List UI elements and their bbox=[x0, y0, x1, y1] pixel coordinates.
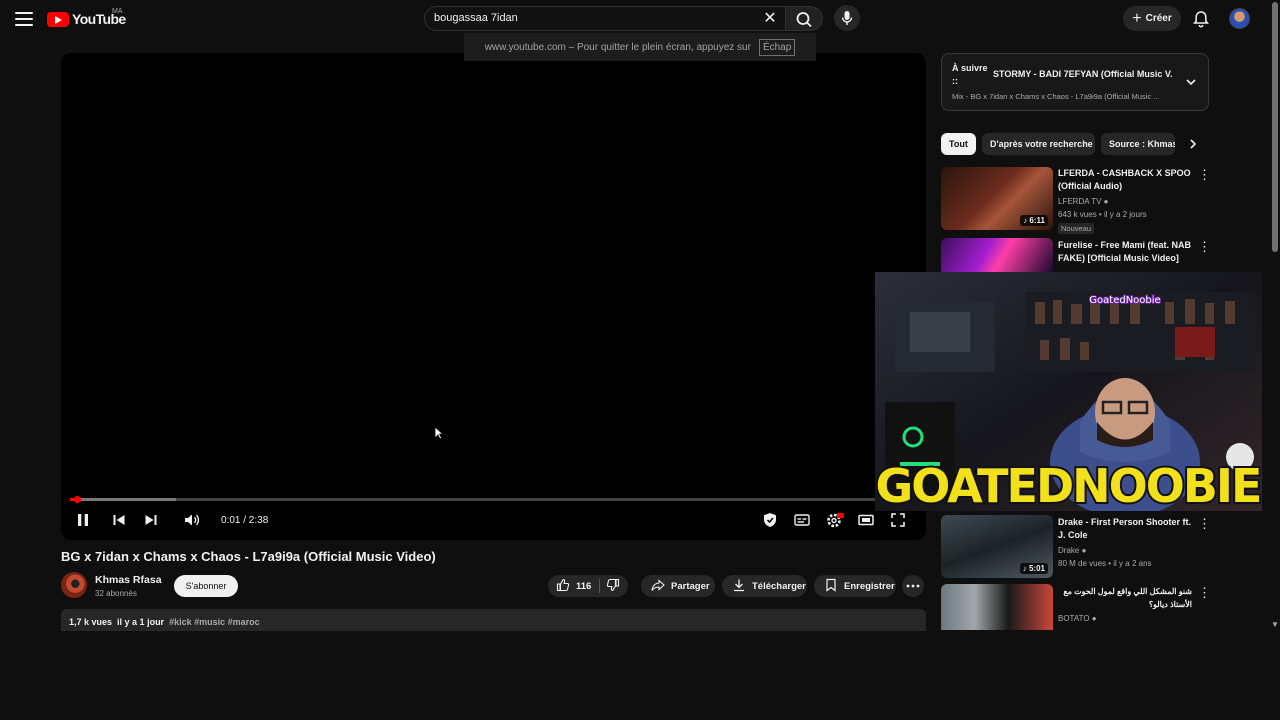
recommended-video-title[interactable]: شنو المشكل اللي واقع لمول الحوت مع الأست… bbox=[1058, 585, 1192, 611]
recommended-video-title[interactable]: Furelise - Free Mami (feat. NAB FAKE) [O… bbox=[1058, 239, 1192, 265]
search-button[interactable] bbox=[785, 6, 823, 31]
voice-search-button[interactable] bbox=[834, 5, 860, 31]
video-thumbnail[interactable] bbox=[941, 584, 1053, 630]
time-display: 0:01 / 2:38 bbox=[221, 515, 269, 526]
fullscreen-notice: www.youtube.com – Pour quitter le plein … bbox=[464, 33, 816, 61]
upload-age: il y a 1 jour bbox=[117, 617, 165, 627]
channel-avatar[interactable] bbox=[61, 572, 87, 598]
chevron-down-icon[interactable] bbox=[1184, 75, 1198, 89]
recommended-video-channel[interactable]: LFERDA TV ● bbox=[1058, 197, 1109, 206]
video-thumbnail[interactable]: ♪ 5:01 bbox=[941, 515, 1053, 578]
scrollbar-thumb[interactable] bbox=[1272, 2, 1278, 252]
more-vert-icon[interactable]: ⋮ bbox=[1198, 240, 1211, 254]
chip-source[interactable]: Source : Khmas bbox=[1101, 133, 1175, 155]
chip-search-related[interactable]: D'après votre recherche bbox=[982, 133, 1095, 155]
share-label: Partager bbox=[671, 580, 710, 592]
streamer-webcam-overlay: GOATEDNOOBIE GoatedNoobie bbox=[875, 272, 1262, 511]
view-count: 1,7 k vues bbox=[69, 617, 113, 627]
recommended-video-channel[interactable]: Drake ● bbox=[1058, 546, 1086, 555]
scroll-down-icon[interactable]: ▼ bbox=[1271, 620, 1279, 629]
create-label: Créer bbox=[1145, 13, 1172, 24]
mic-icon bbox=[841, 11, 853, 25]
video-thumbnail[interactable]: ♪ 6:11 bbox=[941, 167, 1053, 230]
fullscreen-icon[interactable] bbox=[888, 510, 908, 530]
up-next-title: STORMY - BADI 7EFYAN (Official Music V..… bbox=[993, 69, 1173, 79]
progress-bar[interactable] bbox=[70, 498, 918, 501]
verified-icon: ● bbox=[1091, 614, 1097, 623]
chevron-right-icon[interactable] bbox=[1186, 137, 1200, 151]
like-divider bbox=[599, 579, 601, 593]
country-code: MA bbox=[112, 8, 123, 15]
shield-icon[interactable] bbox=[760, 510, 780, 530]
progress-buffered bbox=[70, 498, 176, 501]
plus-icon: + bbox=[1132, 9, 1142, 27]
chip-all[interactable]: Tout bbox=[941, 133, 976, 155]
save-label: Enregistrer bbox=[844, 580, 895, 592]
thumbs-down-icon[interactable] bbox=[606, 578, 620, 595]
recommended-video-meta: 80 M de vues • il y a 2 ans bbox=[1058, 559, 1152, 568]
pause-icon[interactable] bbox=[73, 510, 93, 530]
recommended-video-meta: 643 k vues • il y a 2 jours bbox=[1058, 210, 1147, 219]
clear-icon[interactable]: ✕ bbox=[760, 9, 780, 29]
theater-icon[interactable] bbox=[856, 510, 876, 530]
subscribe-button[interactable]: S'abonner bbox=[174, 575, 238, 597]
download-button[interactable]: Télécharger bbox=[722, 575, 807, 597]
download-label: Télécharger bbox=[752, 580, 806, 592]
search-query: bougassaa 7idan bbox=[434, 12, 518, 24]
channel-name[interactable]: Khmas Rfasa bbox=[95, 574, 162, 586]
volume-icon[interactable] bbox=[182, 510, 202, 530]
subscriber-count: 32 abonnés bbox=[95, 589, 137, 598]
create-button[interactable]: + Créer bbox=[1123, 6, 1181, 31]
description-box[interactable]: 1,7 k vues il y a 1 jour #kick #music #m… bbox=[61, 609, 926, 631]
video-duration: ♪ 5:01 bbox=[1019, 563, 1048, 574]
search-icon bbox=[796, 12, 812, 28]
mouse-cursor bbox=[434, 426, 445, 440]
webcam-image: GOATEDNOOBIE GoatedNoobie bbox=[875, 272, 1262, 511]
bookmark-icon bbox=[824, 578, 838, 595]
share-icon bbox=[651, 578, 665, 595]
video-duration: ♪ 6:11 bbox=[1020, 215, 1048, 226]
escape-key-hint: Échap bbox=[758, 38, 796, 56]
video-title: BG x 7idan x Chams x Chaos - L7a9i9a (Of… bbox=[61, 549, 436, 564]
avatar[interactable] bbox=[1229, 8, 1250, 29]
svg-text:GOATEDNOOBIE: GOATEDNOOBIE bbox=[876, 459, 1261, 511]
more-vert-icon[interactable]: ⋮ bbox=[1198, 586, 1211, 600]
video-player[interactable] bbox=[61, 53, 926, 540]
video-thumbnail[interactable] bbox=[941, 238, 1053, 272]
settings-icon[interactable] bbox=[824, 510, 844, 530]
up-next-subtitle: Mix - BG x 7idan x Chams x Chaos - L7a9i… bbox=[952, 92, 1160, 101]
recommended-video-title[interactable]: Drake - First Person Shooter ft. J. Cole bbox=[1058, 516, 1192, 542]
new-badge: Nouveau bbox=[1058, 223, 1095, 234]
recommended-video-channel[interactable]: BOTATO ● bbox=[1058, 614, 1097, 623]
more-icon[interactable] bbox=[902, 575, 924, 597]
recommended-video-title[interactable]: LFERDA - CASHBACK X SPOO (Official Audio… bbox=[1058, 167, 1192, 193]
thumbs-up-icon[interactable] bbox=[556, 578, 570, 595]
verified-icon: ● bbox=[1081, 546, 1087, 555]
menu-icon[interactable] bbox=[14, 9, 34, 29]
hashtags[interactable]: #kick #music #maroc bbox=[169, 617, 260, 627]
download-icon bbox=[732, 578, 746, 595]
more-vert-icon[interactable]: ⋮ bbox=[1198, 168, 1211, 182]
streamer-logo: GOATEDNOOBIE bbox=[875, 457, 1262, 511]
share-button[interactable]: Partager bbox=[641, 575, 715, 597]
next-icon[interactable] bbox=[141, 510, 161, 530]
up-next-label: À suivre :: bbox=[952, 63, 988, 86]
previous-icon[interactable] bbox=[109, 510, 129, 530]
like-count[interactable]: 116 bbox=[576, 581, 591, 592]
verified-icon: ● bbox=[1103, 197, 1109, 206]
streamer-tag: GoatedNoobie bbox=[1089, 295, 1160, 306]
save-button[interactable]: Enregistrer bbox=[814, 575, 896, 597]
subtitles-icon[interactable] bbox=[792, 510, 812, 530]
like-dislike-group: 116 bbox=[548, 575, 628, 597]
more-vert-icon[interactable]: ⋮ bbox=[1198, 517, 1211, 531]
youtube-play-icon bbox=[47, 11, 69, 27]
bell-icon[interactable] bbox=[1191, 9, 1211, 29]
fullscreen-notice-text: www.youtube.com – Pour quitter le plein … bbox=[484, 41, 751, 53]
